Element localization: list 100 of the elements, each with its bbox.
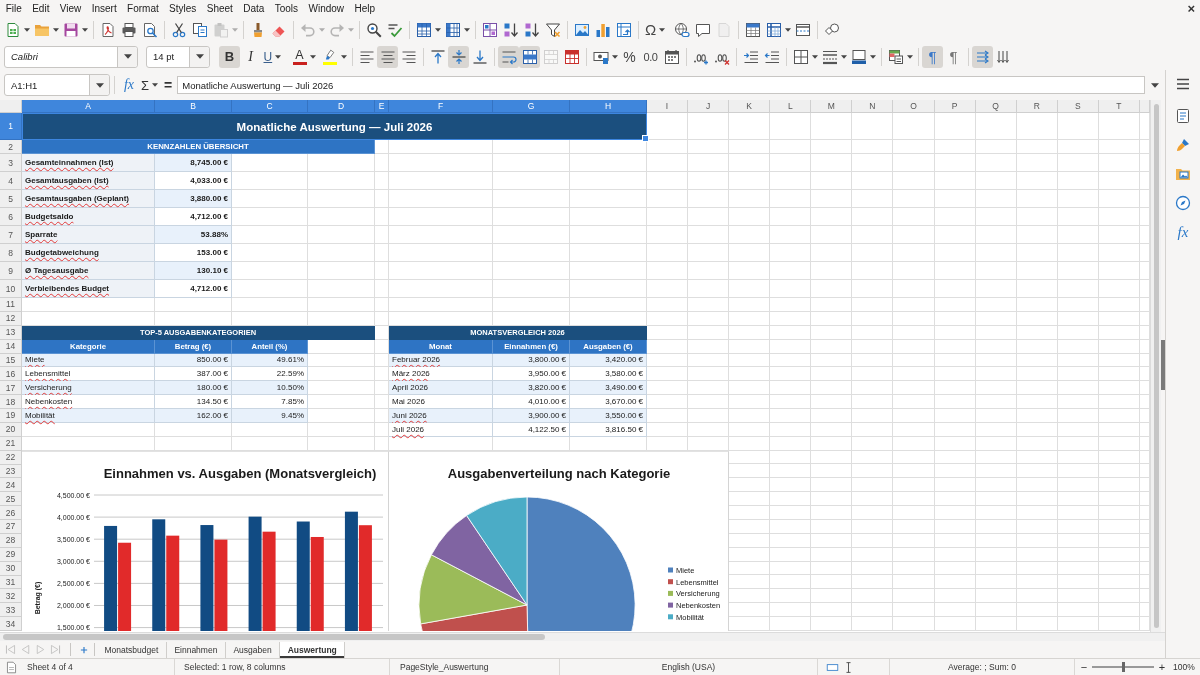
close-button[interactable]: × (1187, 1, 1195, 16)
column-header[interactable]: C (232, 100, 308, 113)
sheet-tab[interactable]: Einnahmen (166, 641, 226, 658)
align-left-icon (358, 48, 375, 65)
status-text[interactable]: English (USA) (661, 662, 716, 672)
menu-item[interactable]: Tools (269, 1, 304, 16)
row-header[interactable]: 18 (0, 395, 22, 409)
column-header[interactable]: G (493, 100, 570, 113)
print-preview-icon (142, 22, 158, 38)
row-header[interactable]: 9 (0, 262, 22, 280)
zoom-percent[interactable]: 100% (1173, 662, 1195, 672)
right-to-left-button[interactable]: ¶ (943, 45, 964, 68)
column-header[interactable]: J (688, 100, 730, 113)
dropdown-button[interactable] (89, 75, 109, 95)
column-header[interactable]: E (375, 100, 389, 113)
menu-item[interactable]: File (0, 1, 27, 16)
menu-item[interactable]: Sheet (201, 1, 239, 16)
horizontal-scrollbar[interactable] (0, 632, 1165, 641)
align-middle-icon (450, 48, 467, 65)
align-right-icon (400, 48, 417, 65)
dropdown-button[interactable] (189, 46, 209, 67)
column-header[interactable]: S (1057, 100, 1099, 113)
scrollbar-thumb[interactable] (1153, 104, 1159, 628)
funnel-icon (545, 22, 561, 38)
align-center-button[interactable] (377, 45, 398, 68)
column-header[interactable]: F (389, 100, 493, 113)
row-header[interactable]: 24 (0, 478, 22, 493)
column-header[interactable]: T (1098, 100, 1140, 113)
column-header[interactable]: Q (975, 100, 1017, 113)
sheet-tab[interactable]: Auswertung (280, 641, 346, 658)
column-header[interactable]: P (934, 100, 976, 113)
sum-button[interactable]: Σ (141, 75, 159, 95)
dropdown-button[interactable] (117, 46, 137, 67)
row-header[interactable]: 8 (0, 244, 22, 262)
column-header[interactable]: M (811, 100, 853, 113)
sidebar-handle[interactable] (1161, 340, 1165, 390)
slider-thumb[interactable] (1121, 662, 1125, 672)
column-header[interactable]: K (729, 100, 771, 113)
vertical-scrollbar[interactable] (1150, 100, 1161, 632)
column-header[interactable]: D (308, 100, 375, 113)
row-header[interactable]: 19 (0, 409, 22, 423)
row-header[interactable]: 17 (0, 381, 22, 396)
column-header[interactable]: A (22, 100, 155, 113)
menu-item[interactable]: Styles (163, 1, 202, 16)
row-header[interactable]: 1 (0, 113, 22, 140)
name-box[interactable]: A1:H1 (4, 74, 110, 96)
underline-button[interactable]: U (261, 45, 290, 68)
row-header[interactable]: 33 (0, 603, 22, 618)
sort-descending-icon (524, 22, 540, 38)
row-header[interactable]: 25 (0, 492, 22, 507)
column-header[interactable]: R (1016, 100, 1058, 113)
menu-item[interactable]: Window (303, 1, 350, 16)
row-header[interactable]: 5 (0, 190, 22, 208)
row-header[interactable]: 2 (0, 140, 22, 154)
row-header[interactable]: 34 (0, 617, 22, 631)
menu-item[interactable]: View (54, 1, 87, 16)
fill-handle-icon[interactable] (642, 135, 649, 142)
column-header[interactable]: O (893, 100, 935, 113)
scrollbar-thumb[interactable] (3, 634, 545, 640)
font-name-field[interactable]: Calibri (4, 45, 138, 68)
row-header[interactable]: 7 (0, 226, 22, 244)
row-header[interactable]: 32 (0, 589, 22, 604)
menu-item[interactable]: Data (238, 1, 270, 16)
column-header[interactable]: I (647, 100, 689, 113)
italic-button[interactable]: I (240, 45, 261, 68)
caret-down-icon (611, 54, 618, 59)
zoom-in-button[interactable]: + (1157, 661, 1167, 673)
caret-down-icon (53, 28, 59, 32)
row-header[interactable]: 26 (0, 506, 22, 520)
align-middle-button[interactable] (448, 45, 469, 68)
menu-item[interactable]: Help (349, 1, 381, 16)
row-header[interactable]: 6 (0, 208, 22, 226)
sheet-tab[interactable]: Monatsbudget (97, 641, 167, 658)
column-header[interactable]: B (155, 100, 232, 113)
menu-item[interactable]: Edit (27, 1, 55, 16)
font-size-field[interactable]: 14 pt (146, 45, 210, 68)
row-header[interactable]: 11 (0, 298, 22, 312)
formula-button[interactable]: = (164, 75, 173, 95)
merge-center-button[interactable] (519, 45, 540, 68)
number-format-button[interactable]: 0.0 (640, 45, 661, 68)
column-header[interactable]: L (770, 100, 812, 113)
function-wizard-button[interactable]: fx (120, 75, 138, 95)
menu-item[interactable]: Format (121, 1, 164, 16)
zoom-out-button[interactable]: − (1079, 661, 1089, 673)
special-character-button[interactable]: Ω (642, 19, 672, 41)
functions-button[interactable]: fx (1172, 221, 1194, 243)
row-header[interactable]: 3 (0, 154, 22, 172)
row-header[interactable]: 10 (0, 280, 22, 298)
formula-input-field[interactable]: Monatliche Auswertung — Juli 2026 (177, 76, 1145, 94)
percent-format-button[interactable]: % (619, 45, 640, 68)
column-header[interactable]: H (570, 100, 647, 113)
menu-item[interactable]: Insert (86, 1, 122, 16)
row-header[interactable]: 16 (0, 367, 22, 382)
font-color-button[interactable]: A (290, 45, 319, 68)
text-direction-button[interactable] (972, 45, 993, 68)
table-cell: 9.45% (232, 409, 308, 423)
column-header[interactable]: N (852, 100, 894, 113)
row-header[interactable]: 27 (0, 520, 22, 534)
bold-button[interactable]: B (219, 45, 240, 68)
row-header[interactable]: 4 (0, 172, 22, 190)
